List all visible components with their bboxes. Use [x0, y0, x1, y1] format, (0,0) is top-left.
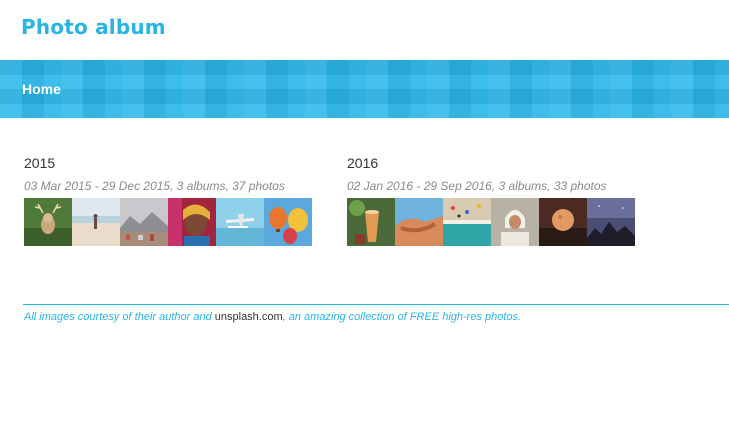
footer-divider: [23, 304, 729, 305]
aerial-beach-photo-thumbnail[interactable]: [443, 198, 491, 246]
home-link[interactable]: Home: [22, 81, 61, 97]
year-title[interactable]: 2015: [24, 155, 324, 171]
year-section-2016: 2016 02 Jan 2016 - 29 Sep 2016, 3 albums…: [347, 155, 647, 246]
moon-photo-thumbnail[interactable]: [539, 198, 587, 246]
site-header: Photo album: [0, 0, 729, 60]
hot-air-balloons-photo-thumbnail[interactable]: [264, 198, 312, 246]
deer-photo-thumbnail[interactable]: [24, 198, 72, 246]
site-title[interactable]: Photo album: [21, 15, 166, 39]
unsplash-link[interactable]: unsplash.com: [215, 311, 283, 323]
footer-credit: All images courtesy of their author and …: [24, 311, 521, 323]
footer-text-after: , an amazing collection of FREE high-res…: [282, 311, 522, 323]
year-section-2015: 2015 03 Mar 2015 - 29 Dec 2015, 3 albums…: [24, 155, 324, 246]
year-meta: 02 Jan 2016 - 29 Sep 2016, 3 albums, 33 …: [347, 179, 607, 193]
woman-headscarf-photo-thumbnail[interactable]: [491, 198, 539, 246]
mountain-city-photo-thumbnail[interactable]: [120, 198, 168, 246]
drink-photo-thumbnail[interactable]: [347, 198, 395, 246]
thumbnail-strip: [24, 198, 312, 246]
hand-sky-photo-thumbnail[interactable]: [395, 198, 443, 246]
year-title[interactable]: 2016: [347, 155, 647, 171]
beach-person-photo-thumbnail[interactable]: [72, 198, 120, 246]
banner-photo-mosaic: [0, 60, 729, 118]
footer-text-before: All images courtesy of their author and: [24, 311, 215, 323]
mountains-sky-photo-thumbnail[interactable]: [587, 198, 635, 246]
portrait-girl-photo-thumbnail[interactable]: [168, 198, 216, 246]
thumbnail-strip: [347, 198, 635, 246]
seaplane-photo-thumbnail[interactable]: [216, 198, 264, 246]
nav-banner: Home: [0, 60, 729, 118]
year-meta: 03 Mar 2015 - 29 Dec 2015, 3 albums, 37 …: [24, 179, 285, 193]
